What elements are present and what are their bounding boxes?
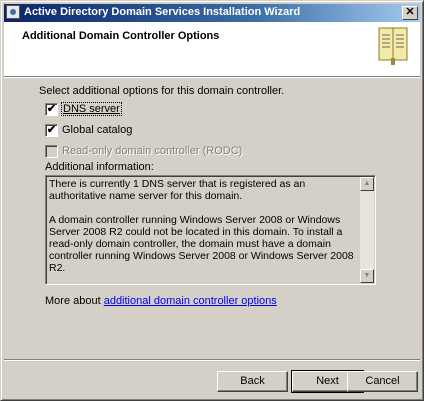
additional-info-text: There is currently 1 DNS server that is … — [49, 178, 354, 274]
scroll-down-button[interactable]: ▼ — [360, 269, 374, 283]
cancel-button[interactable]: Cancel — [347, 371, 418, 392]
close-button[interactable]: ✕ — [402, 6, 418, 20]
checkbox-label: DNS server — [61, 102, 122, 116]
close-icon: ✕ — [405, 6, 415, 18]
additional-info-label: Additional information: — [45, 161, 154, 173]
checkbox-box[interactable]: ✔ — [45, 123, 58, 137]
checkbox-box[interactable] — [45, 144, 58, 158]
arrow-up-icon: ▲ — [363, 180, 371, 187]
window-title: Active Directory Domain Services Install… — [24, 6, 301, 18]
checkbox-label: Global catalog — [62, 124, 133, 136]
header-separator — [4, 77, 420, 78]
title-bar[interactable]: Active Directory Domain Services Install… — [4, 4, 420, 22]
footer-separator — [4, 359, 420, 361]
checkbox-box[interactable]: ✔ — [45, 102, 58, 116]
intro-text: Select additional options for this domai… — [39, 85, 285, 97]
back-button-label: Back — [240, 375, 265, 387]
global-catalog-checkbox[interactable]: ✔ Global catalog — [45, 123, 132, 137]
checkbox-label: Read-only domain controller (RODC) — [62, 145, 243, 157]
additional-info-textbox[interactable]: There is currently 1 DNS server that is … — [45, 175, 376, 285]
dns-server-checkbox[interactable]: ✔ DNS server — [45, 102, 122, 116]
rodc-checkbox[interactable]: Read-only domain controller (RODC) — [45, 144, 242, 158]
book-icon — [378, 27, 408, 65]
back-button[interactable]: Back — [217, 371, 288, 392]
check-icon: ✔ — [46, 123, 57, 136]
vertical-scrollbar[interactable]: ▲ ▼ — [360, 177, 374, 283]
page-title: Additional Domain Controller Options — [22, 30, 220, 42]
more-about-prefix: More about — [45, 295, 104, 307]
wizard-header: Additional Domain Controller Options — [4, 22, 420, 77]
arrow-down-icon: ▼ — [363, 272, 371, 279]
wizard-window: Active Directory Domain Services Install… — [0, 0, 424, 401]
scroll-up-button[interactable]: ▲ — [360, 177, 374, 191]
app-icon — [6, 5, 20, 19]
more-about-line: More about additional domain controller … — [45, 295, 277, 307]
check-icon: ✔ — [46, 102, 57, 115]
cancel-button-label: Cancel — [365, 375, 400, 387]
next-button-label: Next — [316, 375, 339, 387]
more-options-link[interactable]: additional domain controller options — [104, 295, 277, 307]
